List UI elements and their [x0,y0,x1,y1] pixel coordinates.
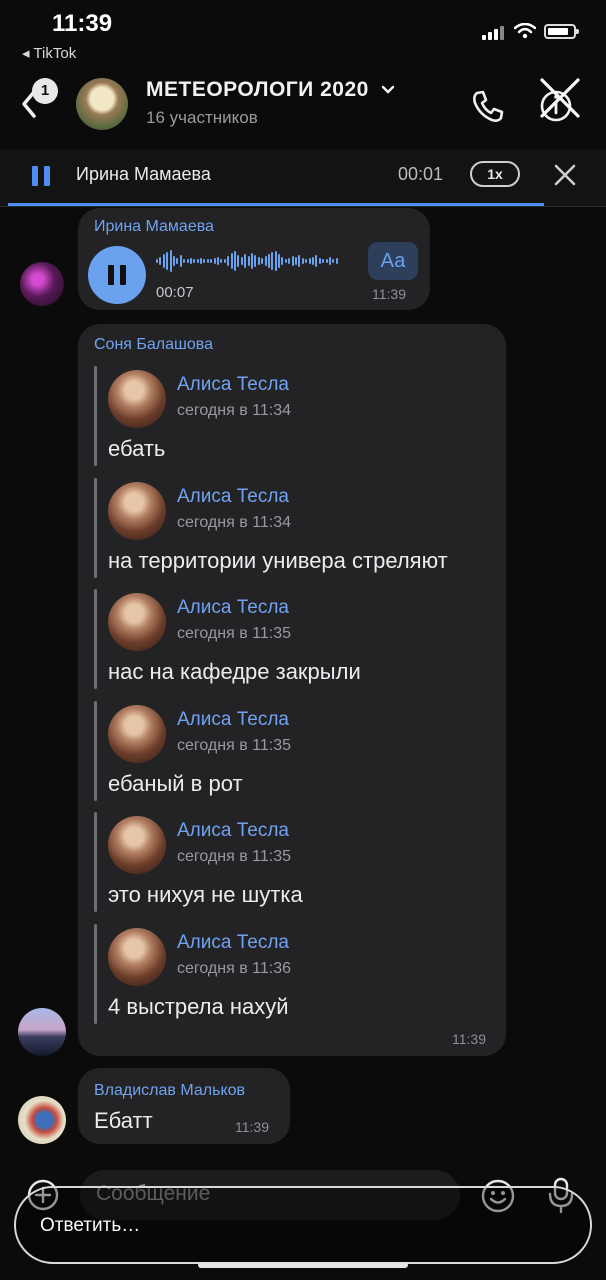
player-pause-button[interactable] [32,166,52,188]
vlad-sender[interactable]: Владислав Мальков [94,1082,245,1100]
forward-date: сегодня в 11:35 [177,848,292,865]
avatar-alisa[interactable] [108,705,166,763]
voice-duration: 00:07 [156,284,194,301]
signal-icon [482,22,506,40]
avatar-sonya[interactable] [18,1008,66,1056]
avatar-alisa[interactable] [108,482,166,540]
forward-date: сегодня в 11:34 [177,402,292,419]
info-button[interactable] [536,76,584,126]
forward-author-name[interactable]: Алиса Тесла [177,932,289,954]
forward-quote-bar [94,478,97,578]
avatar-alisa[interactable] [108,593,166,651]
transcribe-button[interactable]: Аа [368,242,418,280]
forward-sender[interactable]: Соня Балашова [94,336,213,354]
forward-text: на территории универа стреляют [108,548,448,573]
forward-text: нас на кафедре закрыли [108,659,361,684]
chat-title-text: МЕТЕОРОЛОГИ 2020 [146,78,369,101]
call-button[interactable] [468,86,508,126]
forward-author-name[interactable]: Алиса Тесла [177,820,289,842]
battery-icon [544,23,579,39]
voice-time: 11:39 [372,286,406,302]
status-time: 11:39 [52,10,113,37]
voice-sender[interactable]: Ирина Мамаева [94,218,214,236]
forward-quote-bar [94,924,97,1024]
forward-date: сегодня в 11:36 [177,960,292,977]
avatar-alisa[interactable] [108,928,166,986]
forward-text: это нихуя не шутка [108,882,303,907]
close-icon [554,164,576,186]
back-button[interactable]: 1 [18,78,64,124]
vlad-time: 11:39 [235,1119,269,1135]
forward-text: 4 выстрела нахуй [108,994,289,1019]
forward-quote-bar [94,812,97,912]
phone-icon [473,90,504,122]
chevron-down-icon [381,86,395,95]
info-close-icon [540,78,580,122]
avatar-alisa[interactable] [108,816,166,874]
status-icons [482,22,579,40]
wifi-icon [514,23,536,39]
voice-pause-button[interactable] [88,246,146,304]
forward-date: сегодня в 11:35 [177,737,292,754]
forward-time: 11:39 [452,1031,486,1047]
forward-date: сегодня в 11:34 [177,514,292,531]
voice-waveform[interactable] [156,250,362,274]
participants-count: 16 участников [146,108,258,127]
forward-author-name[interactable]: Алиса Тесла [177,709,289,731]
forward-text: ебать [108,436,166,461]
back-to-app-link[interactable]: ◂ TikTok [22,44,76,62]
avatar-vlad[interactable] [18,1096,66,1144]
player-close-button[interactable] [552,162,578,188]
forward-text: ебаный в рот [108,771,243,796]
playback-speed-button[interactable]: 1x [470,161,520,187]
unread-badge: 1 [32,78,58,104]
forward-quote-bar [94,589,97,689]
player-time: 00:01 [398,164,444,184]
forward-date: сегодня в 11:35 [177,625,292,642]
player-progress [8,203,544,206]
vlad-text: Ебатт [94,1108,153,1133]
forward-quote-bar [94,701,97,801]
player-track-name: Ирина Мамаева [76,164,211,184]
chat-title[interactable]: МЕТЕОРОЛОГИ 2020 [146,78,395,102]
forward-author-name[interactable]: Алиса Тесла [177,374,289,396]
reply-overlay-label: Ответить… [40,1215,141,1236]
forward-quote-bar [94,366,97,466]
avatar-alisa[interactable] [108,370,166,428]
group-avatar[interactable] [76,78,128,130]
forward-author-name[interactable]: Алиса Тесла [177,486,289,508]
pause-icon [32,166,38,186]
forward-author-name[interactable]: Алиса Тесла [177,597,289,619]
avatar-irina[interactable] [20,262,64,306]
pause-icon [108,265,114,285]
home-indicator[interactable] [198,1262,408,1268]
